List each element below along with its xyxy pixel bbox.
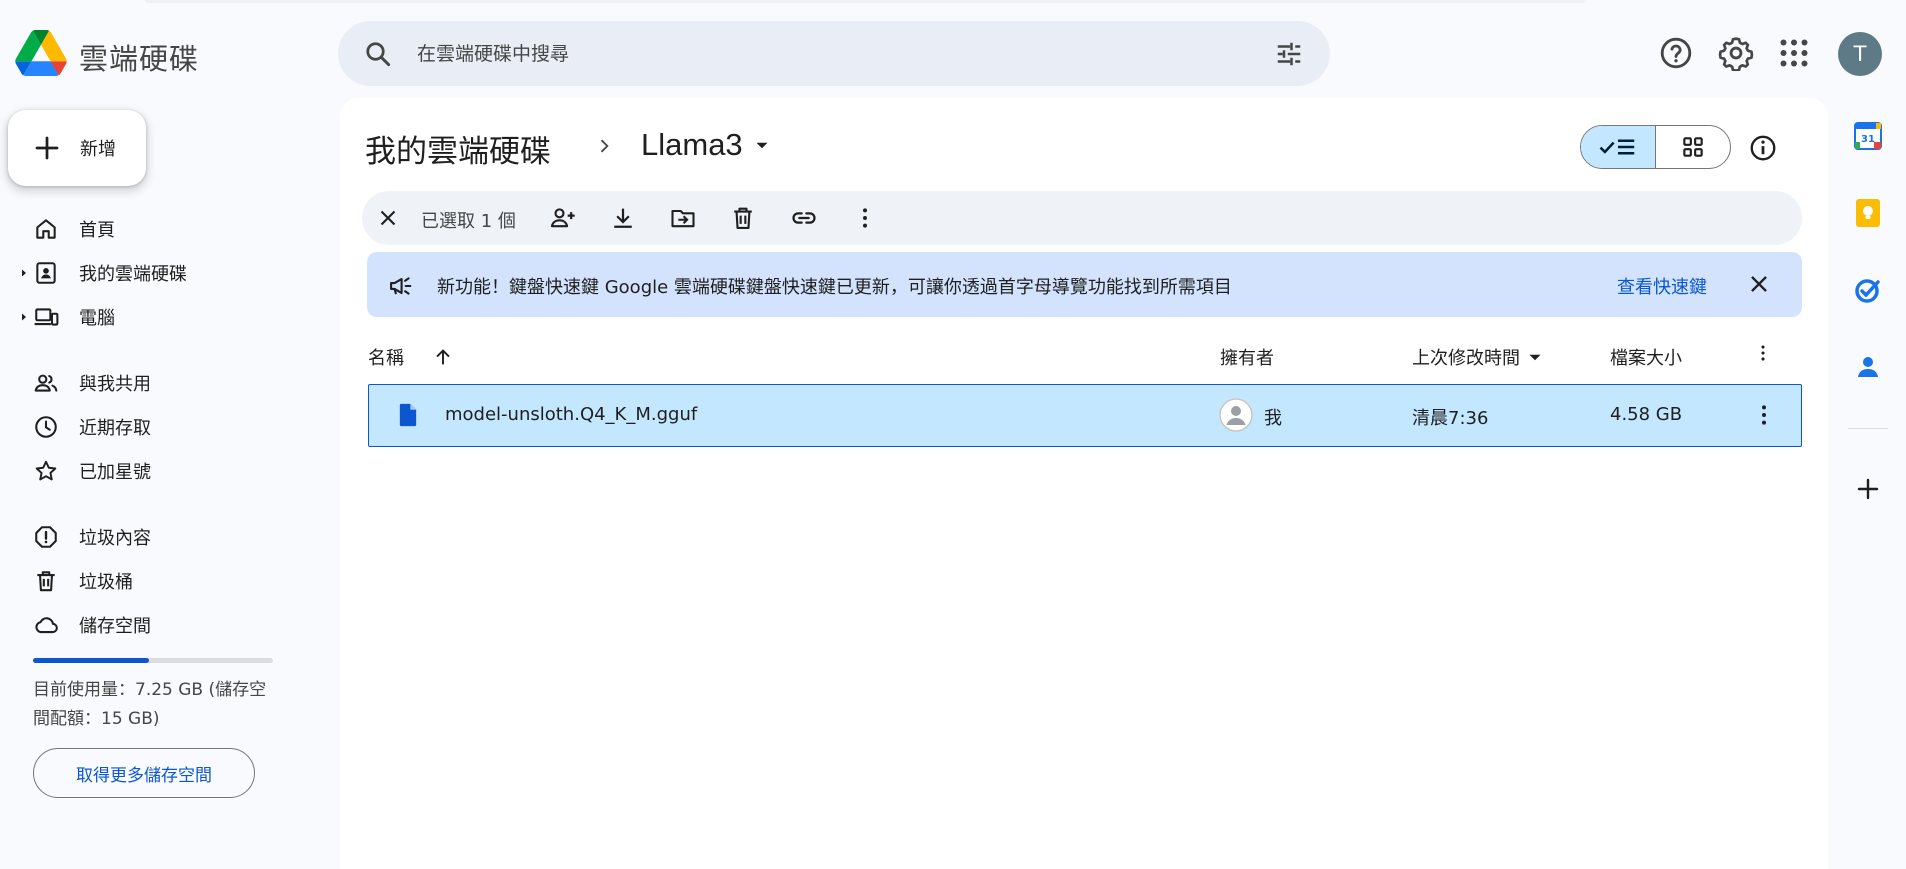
dropdown-arrow-icon xyxy=(751,134,773,156)
column-header-label: 上次修改時間 xyxy=(1412,348,1520,369)
side-panel-divider xyxy=(1848,428,1888,429)
keep-notes-icon[interactable] xyxy=(1852,197,1884,229)
new-button-label: 新增 xyxy=(80,139,116,160)
share-person-add-icon[interactable] xyxy=(549,204,577,232)
calendar-icon[interactable]: 31 xyxy=(1852,120,1884,152)
copy-link-icon[interactable] xyxy=(790,204,818,232)
sidebar-item-label: 我的雲端硬碟 xyxy=(79,264,187,285)
owner-name: 我 xyxy=(1264,408,1282,429)
owner-avatar xyxy=(1219,398,1253,432)
add-addon-plus-icon[interactable] xyxy=(1852,473,1884,505)
info-icon[interactable] xyxy=(1748,133,1778,163)
column-options-more-icon[interactable] xyxy=(1752,342,1774,364)
delete-trash-icon[interactable] xyxy=(729,204,757,232)
star-icon xyxy=(33,458,59,484)
grid-view-button[interactable] xyxy=(1656,126,1730,168)
sidebar-item-label: 已加星號 xyxy=(79,462,151,483)
my-drive-icon xyxy=(33,260,59,286)
app-name[interactable]: 雲端硬碟 xyxy=(79,36,199,78)
clear-selection-icon[interactable] xyxy=(376,206,400,230)
check-list-icon xyxy=(1599,139,1635,155)
expand-caret-icon[interactable] xyxy=(18,311,30,323)
cloud-icon xyxy=(33,612,59,638)
column-header-owner[interactable]: 擁有者 xyxy=(1220,344,1274,370)
spam-icon xyxy=(33,524,59,550)
close-icon[interactable] xyxy=(1746,271,1772,297)
sort-dropdown-arrow-icon[interactable] xyxy=(1524,346,1546,368)
selection-toolbar xyxy=(362,191,1802,245)
sidebar-item-storage[interactable]: 儲存空間 xyxy=(0,605,310,645)
view-toggle xyxy=(1580,125,1731,169)
home-icon xyxy=(33,216,59,242)
sidebar-item-label: 電腦 xyxy=(79,308,115,329)
sidebar-item-label: 垃圾內容 xyxy=(79,528,151,549)
sidebar-item-starred[interactable]: 已加星號 xyxy=(0,451,310,491)
last-modified: 清晨7:36 xyxy=(1412,408,1489,429)
contacts-icon[interactable] xyxy=(1852,351,1884,383)
sidebar-item-my-drive[interactable]: 我的雲端硬碟 xyxy=(0,253,310,293)
breadcrumb-root[interactable]: 我的雲端硬碟 xyxy=(365,126,551,171)
account-avatar[interactable]: T xyxy=(1838,32,1882,76)
new-button[interactable]: 新增 xyxy=(8,110,146,186)
trash-icon xyxy=(33,568,59,594)
plus-icon xyxy=(32,133,62,163)
sidebar-item-home[interactable]: 首頁 xyxy=(0,209,310,249)
computers-icon xyxy=(33,304,59,330)
grid-icon xyxy=(1683,137,1703,157)
column-header-label: 名稱 xyxy=(368,348,404,369)
search-options-icon[interactable] xyxy=(1274,39,1304,69)
help-icon[interactable] xyxy=(1658,35,1694,71)
more-actions-icon[interactable] xyxy=(851,204,879,232)
storage-usage-text: 目前使用量：7.25 GB (儲存空間配額：15 GB) xyxy=(33,680,267,729)
current-folder-name: Llama3 xyxy=(641,127,743,162)
file-icon xyxy=(394,401,422,429)
settings-gear-icon[interactable] xyxy=(1718,35,1754,71)
megaphone-icon xyxy=(387,272,415,300)
sidebar-item-label: 儲存空間 xyxy=(79,616,151,637)
banner-message: 新功能！鍵盤快速鍵 Google 雲端硬碟鍵盤快速鍵已更新，可讓你透過首字母導覽… xyxy=(437,277,1232,298)
file-size: 4.58 GB xyxy=(1610,404,1683,425)
browser-top-strip xyxy=(145,0,1585,3)
chevron-right-icon xyxy=(594,136,614,156)
get-more-storage-button[interactable]: 取得更多儲存空間 xyxy=(33,748,255,798)
sidebar-item-computers[interactable]: 電腦 xyxy=(0,297,310,337)
search-icon[interactable] xyxy=(363,39,393,69)
sidebar-item-spam[interactable]: 垃圾內容 xyxy=(0,517,310,557)
selection-count: 已選取 1 個 xyxy=(421,211,516,232)
column-header-label: 擁有者 xyxy=(1220,348,1274,369)
column-header-label: 檔案大小 xyxy=(1610,348,1682,369)
sidebar-item-shared-with-me[interactable]: 與我共用 xyxy=(0,363,310,403)
sidebar-item-label: 首頁 xyxy=(79,220,115,241)
apps-grid-icon[interactable] xyxy=(1776,35,1812,71)
sidebar-item-trash[interactable]: 垃圾桶 xyxy=(0,561,310,601)
search-bar[interactable] xyxy=(338,21,1330,86)
sidebar-item-label: 垃圾桶 xyxy=(79,572,133,593)
list-view-button[interactable] xyxy=(1581,126,1656,168)
file-name[interactable]: model-unsloth.Q4_K_M.gguf xyxy=(445,404,697,425)
view-shortcuts-link[interactable]: 查看快速鍵 xyxy=(1617,273,1707,299)
column-header-size[interactable]: 檔案大小 xyxy=(1610,344,1682,370)
row-more-actions-icon[interactable] xyxy=(1750,401,1778,429)
move-to-folder-icon[interactable] xyxy=(669,204,697,232)
expand-caret-icon[interactable] xyxy=(18,267,30,279)
drive-logo-icon[interactable] xyxy=(15,30,67,76)
svg-text:31: 31 xyxy=(1861,134,1875,145)
shared-with-me-icon xyxy=(33,370,59,396)
column-header-modified[interactable]: 上次修改時間 xyxy=(1412,344,1546,370)
download-icon[interactable] xyxy=(609,204,637,232)
breadcrumb-current-folder[interactable]: Llama3 xyxy=(641,127,773,163)
sidebar-item-label: 與我共用 xyxy=(79,374,151,395)
sidebar-item-label: 近期存取 xyxy=(79,418,151,439)
tasks-icon[interactable] xyxy=(1852,274,1884,306)
sort-ascending-arrow-icon[interactable] xyxy=(432,346,454,368)
search-input[interactable] xyxy=(417,33,1274,74)
column-header-name[interactable]: 名稱 xyxy=(368,344,454,370)
sidebar-item-recent[interactable]: 近期存取 xyxy=(0,407,310,447)
clock-icon xyxy=(33,414,59,440)
storage-meter-fill xyxy=(33,658,149,663)
